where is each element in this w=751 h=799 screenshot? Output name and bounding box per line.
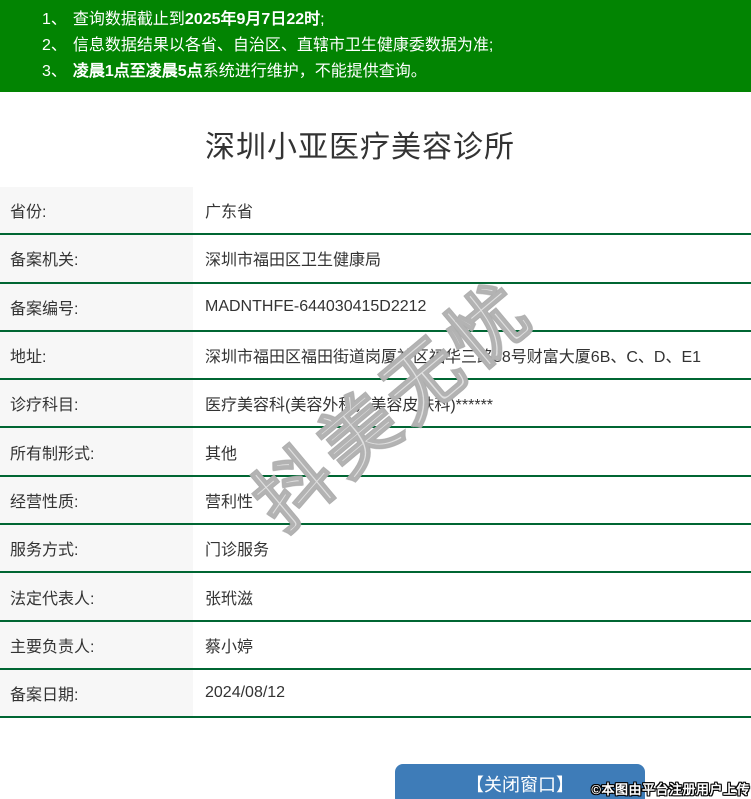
row-value: 深圳市福田区福田街道岗厦社区福华三路88号财富大厦6B、C、D、E1 [205, 349, 702, 367]
row-label: 所有制形式: [0, 428, 193, 475]
row-label: 备案日期: [0, 669, 193, 717]
notice-text: 信息数据结果以各省、自治区、直辖市卫生健康委数据为准; [72, 37, 494, 54]
row-label: 主要负责人: [0, 621, 193, 668]
row-label: 经营性质: [0, 476, 193, 524]
row-label: 服务方式: [0, 525, 193, 572]
notice-line: 2、 信息数据结果以各省、自治区、直辖市卫生健康委数据为准; [42, 33, 743, 59]
row-value: 张玳滋 [205, 590, 254, 608]
row-value: 医疗美容科(美容外科，美容皮肤科)****** [205, 397, 494, 415]
row-value: 门诊服务 [205, 542, 270, 560]
notice-text: 凌晨1点至凌晨5点 [72, 63, 203, 80]
table-row: 诊疗科目: 医疗美容科(美容外科，美容皮肤科)****** [0, 380, 751, 429]
title-wrap: 深圳小亚医疗美容诊所 [0, 92, 720, 187]
table-row: 地址: 深圳市福田区福田街道岗厦社区福华三路88号财富大厦6B、C、D、E1 [0, 331, 751, 381]
notice-text: 查询数据截止到 [72, 11, 185, 28]
row-label: 省份: [0, 187, 193, 234]
row-label: 地址: [0, 331, 193, 379]
copyright-stamp: ©本图由平台注册用户上传 [591, 782, 750, 797]
table-row: 主要负责人: 蔡小婷 [0, 621, 751, 670]
notice-list: 1、 查询数据截止到2025年9月7日22时; 2、 信息数据结果以各省、自治区、直辖… [42, 7, 743, 85]
row-value: 营利性 [205, 493, 254, 511]
row-value: 2024/08/12 [205, 684, 286, 702]
table-row: 省份: 广东省 [0, 187, 751, 236]
table-row: 所有制形式: 其他 [0, 428, 751, 477]
row-label: 法定代表人: [0, 573, 193, 620]
table-row: 备案编号: MADNTHFE-644030415D2212 [0, 283, 751, 332]
notice-line: 3、 凌晨1点至凌晨5点系统进行维护，不能提供查询。 [42, 59, 743, 85]
table-row: 备案日期: 2024/08/12 [0, 669, 751, 719]
row-value: 蔡小婷 [205, 638, 254, 656]
table-row: 备案机关: 深圳市福田区卫生健康局 [0, 235, 751, 284]
row-value: 广东省 [205, 204, 254, 222]
row-value: 深圳市福田区卫生健康局 [205, 252, 382, 270]
notice-text: ; [320, 11, 325, 28]
notice-text: 系统进行维护，不能提供查询。 [202, 63, 427, 80]
table-row: 法定代表人: 张玳滋 [0, 573, 751, 622]
page-title: 深圳小亚医疗美容诊所 [205, 131, 515, 164]
notice-number: 1、 [42, 11, 67, 28]
notice-text: 2025年9月7日22时 [184, 11, 321, 28]
row-value: MADNTHFE-644030415D2212 [205, 297, 427, 315]
table-row: 经营性质: 营利性 [0, 476, 751, 526]
query-result-page: { "header": { "notices": [ { "num": "1、"… [0, 0, 751, 799]
table-row: 服务方式: 门诊服务 [0, 525, 751, 574]
row-label: 备案机关: [0, 235, 193, 282]
row-value: 其他 [205, 445, 238, 463]
notice-header: 1、 查询数据截止到2025年9月7日22时; 2、 信息数据结果以各省、自治区、直辖… [0, 0, 751, 92]
notice-number: 3、 [42, 63, 67, 80]
notice-number: 2、 [42, 37, 67, 54]
notice-line: 1、 查询数据截止到2025年9月7日22时; [42, 7, 743, 33]
row-label: 诊疗科目: [0, 380, 193, 427]
info-table: 省份: 广东省 备案机关: 深圳市福田区卫生健康局 备案编号: MADNTHFE-6440… [0, 187, 751, 719]
row-label: 备案编号: [0, 283, 193, 330]
